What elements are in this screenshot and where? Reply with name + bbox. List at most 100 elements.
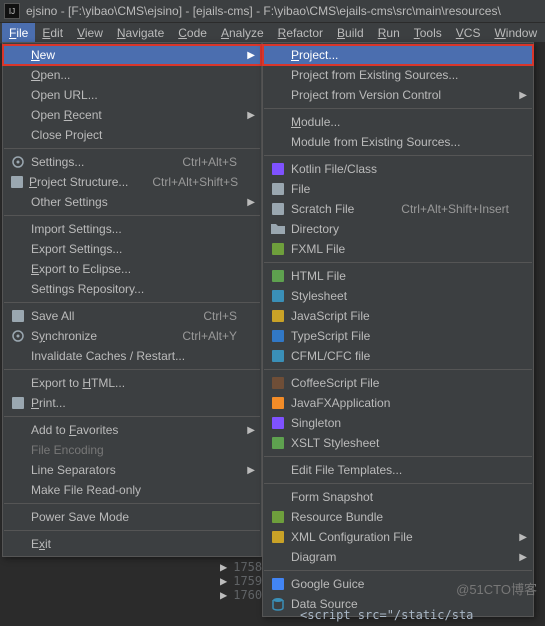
menu-item-label: Directory	[291, 222, 509, 236]
blank-icon	[9, 261, 27, 277]
file-item-open-url[interactable]: Open URL...	[3, 85, 261, 105]
shortcut: Ctrl+Alt+S	[182, 155, 237, 169]
blank-icon	[9, 422, 27, 438]
shortcut: Ctrl+Alt+Shift+Insert	[401, 202, 509, 216]
structure-icon	[9, 174, 25, 190]
menu-item-label: Project from Version Control	[291, 88, 509, 102]
menu-item-label: XML Configuration File	[291, 530, 509, 544]
menu-edit[interactable]: Edit	[35, 23, 70, 43]
new-item-typescript-file[interactable]: TypeScript File	[263, 326, 533, 346]
file-item-new[interactable]: New▶	[3, 45, 261, 65]
menu-item-label: CFML/CFC file	[291, 349, 509, 363]
menu-item-label: Power Save Mode	[31, 510, 237, 524]
new-item-javascript-file[interactable]: JavaScript File	[263, 306, 533, 326]
file-item-power-save-mode[interactable]: Power Save Mode	[3, 507, 261, 527]
menu-build[interactable]: Build	[330, 23, 371, 43]
new-item-xml-configuration-file[interactable]: XML Configuration File▶	[263, 527, 533, 547]
new-item-module[interactable]: Module...	[263, 112, 533, 132]
new-item-directory[interactable]: Directory	[263, 219, 533, 239]
menu-item-label: Kotlin File/Class	[291, 162, 509, 176]
menu-window[interactable]: Window	[487, 23, 544, 43]
new-item-javafxapplication[interactable]: JavaFXApplication	[263, 393, 533, 413]
file-item-add-to-favorites[interactable]: Add to Favorites▶	[3, 420, 261, 440]
blank-icon	[269, 87, 287, 103]
file-item-export-to-eclipse[interactable]: Export to Eclipse...	[3, 259, 261, 279]
file-item-invalidate-caches-restart[interactable]: Invalidate Caches / Restart...	[3, 346, 261, 366]
new-item-project-from-existing-sources[interactable]: Project from Existing Sources...	[263, 65, 533, 85]
menu-item-label: Open URL...	[31, 88, 237, 102]
file-item-line-separators[interactable]: Line Separators▶	[3, 460, 261, 480]
file-item-synchronize[interactable]: SynchronizeCtrl+Alt+Y	[3, 326, 261, 346]
file-item-close-project[interactable]: Close Project	[3, 125, 261, 145]
watermark: @51CTO博客	[456, 579, 537, 598]
new-submenu[interactable]: Project...Project from Existing Sources.…	[262, 42, 534, 617]
fxml-icon	[269, 241, 287, 257]
new-item-scratch-file[interactable]: Scratch FileCtrl+Alt+Shift+Insert	[263, 199, 533, 219]
blank-icon	[9, 348, 27, 364]
jfx-icon	[269, 395, 287, 411]
xslt-icon	[269, 435, 287, 451]
new-item-resource-bundle[interactable]: Resource Bundle	[263, 507, 533, 527]
save-icon	[9, 308, 27, 324]
menu-item-label: Stylesheet	[291, 289, 509, 303]
submenu-arrow-icon: ▶	[247, 465, 255, 476]
new-item-coffeescript-file[interactable]: CoffeeScript File	[263, 373, 533, 393]
new-item-project[interactable]: Project...	[263, 45, 533, 65]
new-item-file[interactable]: File	[263, 179, 533, 199]
new-item-fxml-file[interactable]: FXML File	[263, 239, 533, 259]
new-item-cfml-cfc-file[interactable]: CFML/CFC file	[263, 346, 533, 366]
file-item-open[interactable]: Open...	[3, 65, 261, 85]
new-item-html-file[interactable]: HTML File	[263, 266, 533, 286]
html-icon	[269, 268, 287, 284]
blank-icon	[269, 549, 287, 565]
file-item-settings-repository[interactable]: Settings Repository...	[3, 279, 261, 299]
file-item-print[interactable]: Print...	[3, 393, 261, 413]
file-item-export-to-html[interactable]: Export to HTML...	[3, 373, 261, 393]
menu-item-label: Import Settings...	[31, 222, 237, 236]
new-item-kotlin-file-class[interactable]: Kotlin File/Class	[263, 159, 533, 179]
file-menu[interactable]: New▶Open... Open URL... Open Recent▶Close …	[2, 42, 262, 557]
new-item-diagram[interactable]: Diagram▶	[263, 547, 533, 567]
menu-run[interactable]: Run	[371, 23, 407, 43]
kotlin-icon	[269, 161, 287, 177]
blank-icon	[269, 489, 287, 505]
menu-item-label: File	[291, 182, 509, 196]
menu-code[interactable]: Code	[171, 23, 214, 43]
menu-navigate[interactable]: Navigate	[110, 23, 171, 43]
menu-item-label: Edit File Templates...	[291, 463, 509, 477]
new-item-edit-file-templates[interactable]: Edit File Templates...	[263, 460, 533, 480]
menu-analyze[interactable]: Analyze	[214, 23, 271, 43]
new-item-xslt-stylesheet[interactable]: XSLT Stylesheet	[263, 433, 533, 453]
menu-file[interactable]: File	[2, 23, 35, 43]
file-item-open-recent[interactable]: Open Recent▶	[3, 105, 261, 125]
menu-item-label: HTML File	[291, 269, 509, 283]
guice-icon	[269, 576, 287, 592]
new-item-singleton[interactable]: Singleton	[263, 413, 533, 433]
submenu-arrow-icon: ▶	[519, 90, 527, 101]
new-item-module-from-existing-sources[interactable]: Module from Existing Sources...	[263, 132, 533, 152]
file-item-project-structure[interactable]: Project Structure...Ctrl+Alt+Shift+S	[3, 172, 261, 192]
menu-item-label: XSLT Stylesheet	[291, 436, 509, 450]
menu-item-label: TypeScript File	[291, 329, 509, 343]
file-item-import-settings[interactable]: Import Settings...	[3, 219, 261, 239]
file-item-save-all[interactable]: Save AllCtrl+S	[3, 306, 261, 326]
file-item-other-settings[interactable]: Other Settings▶	[3, 192, 261, 212]
blank-icon	[9, 536, 27, 552]
new-item-project-from-version-control[interactable]: Project from Version Control ▶	[263, 85, 533, 105]
menu-view[interactable]: View	[70, 23, 110, 43]
file-item-settings[interactable]: Settings...Ctrl+Alt+S	[3, 152, 261, 172]
submenu-arrow-icon: ▶	[247, 50, 255, 61]
file-item-export-settings[interactable]: Export Settings...	[3, 239, 261, 259]
menu-item-label: Singleton	[291, 416, 509, 430]
menu-refactor[interactable]: Refactor	[271, 23, 330, 43]
menubar[interactable]: FileEditViewNavigateCodeAnalyzeRefactorB…	[0, 23, 545, 44]
file-item-make-file-read-only[interactable]: Make File Read-only	[3, 480, 261, 500]
file-item-exit[interactable]: Exit	[3, 534, 261, 554]
css-icon	[269, 288, 287, 304]
new-item-stylesheet[interactable]: Stylesheet	[263, 286, 533, 306]
new-item-form-snapshot[interactable]: Form Snapshot	[263, 487, 533, 507]
menu-tools[interactable]: Tools	[407, 23, 449, 43]
kotlin-icon	[269, 415, 287, 431]
blank-icon	[9, 375, 27, 391]
menu-vcs[interactable]: VCS	[449, 23, 488, 43]
